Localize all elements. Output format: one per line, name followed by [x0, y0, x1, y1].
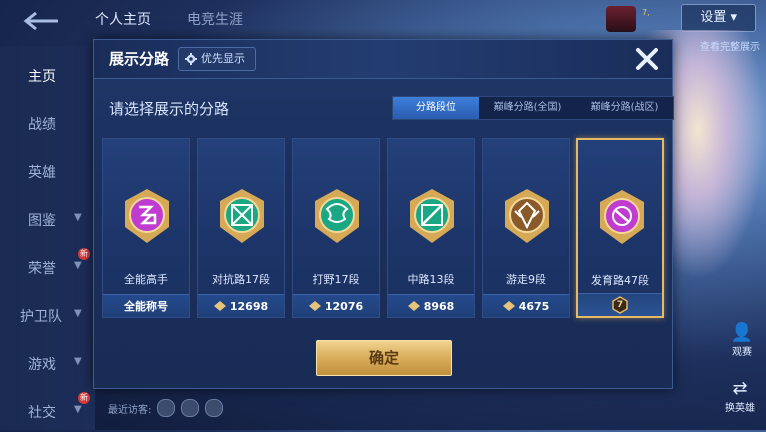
tab-peak-lane-national[interactable]: 巅峰分路(全国)	[479, 97, 576, 119]
gear-icon	[185, 53, 197, 65]
lane-card-mid[interactable]: 中路13段 8968	[387, 138, 475, 318]
lane-card-footer: 12076	[293, 294, 379, 317]
swap-icon: ⇄	[732, 378, 748, 399]
jungle-dragon-icon	[315, 189, 359, 243]
lane-card-jungle[interactable]: 打野17段 12076	[292, 138, 380, 318]
nav-item-home[interactable]: 主页	[0, 56, 95, 96]
lane-card-farm[interactable]: 发育路47段 7	[576, 138, 664, 318]
lane-card-all-round[interactable]: 全能高手 全能称号	[102, 138, 190, 318]
profile-tabs: 个人主页 电竞生涯	[95, 6, 243, 34]
top-stats: 7,	[642, 8, 650, 17]
lane-card-name: 对抗路17段	[212, 273, 270, 286]
chevron-down-icon: ▼	[74, 260, 82, 271]
all-round-icon	[125, 189, 169, 243]
view-full-display-button[interactable]: 查看完整展示	[700, 38, 764, 58]
visitor-avatar[interactable]	[157, 399, 176, 417]
change-hero-button[interactable]: ⇄ 换英雄	[718, 378, 762, 422]
lane-card-footer: 全能称号	[103, 294, 189, 317]
recent-visitors: 最近访客:	[108, 398, 224, 418]
score-icon	[407, 301, 420, 311]
new-badge: 新	[78, 392, 90, 404]
lane-card-footer: 7	[578, 293, 662, 316]
nav-item-heroes[interactable]: 英雄	[0, 152, 95, 192]
score-icon	[213, 301, 226, 311]
score-icon	[502, 301, 515, 311]
new-badge: 新	[78, 248, 90, 260]
spectate-button[interactable]: 👤 观赛	[722, 322, 762, 362]
farm-lane-icon	[600, 190, 644, 244]
tab-esports-career[interactable]: 电竞生涯	[187, 6, 243, 34]
avatar[interactable]	[606, 6, 636, 32]
lane-card-footer: 8968	[388, 294, 474, 317]
nav-item-record[interactable]: 战绩	[0, 104, 95, 144]
clash-lane-icon	[220, 189, 264, 243]
roam-icon	[505, 189, 549, 243]
lane-card-name: 发育路47段	[591, 274, 649, 287]
lane-card-name: 全能高手	[124, 273, 168, 286]
lane-card-clash[interactable]: 对抗路17段 12698	[197, 138, 285, 318]
left-nav: 主页 战绩 英雄 图鉴 ▼ 荣誉新 ▼ 护卫队 ▼ 游戏 ▼ 社交新 ▼	[0, 46, 95, 430]
nav-item-guard[interactable]: 护卫队 ▼	[0, 296, 95, 336]
lane-card-roam[interactable]: 游走9段 4675	[482, 138, 570, 318]
lane-card-name: 中路13段	[407, 273, 455, 286]
chevron-down-icon: ▼	[74, 308, 82, 319]
chevron-down-icon: ▼	[74, 212, 82, 223]
lane-card-footer: 12698	[198, 294, 284, 317]
lane-filter-tabs: 分路段位 巅峰分路(全国) 巅峰分路(战区)	[392, 96, 674, 120]
back-arrow-icon[interactable]	[22, 10, 62, 32]
settings-button[interactable]: 设置 ▾	[681, 4, 756, 32]
score-icon	[308, 301, 321, 311]
tab-lane-rank[interactable]: 分路段位	[393, 97, 479, 119]
dialog-subtitle: 请选择展示的分路	[109, 100, 230, 118]
lane-card-name: 游走9段	[506, 273, 546, 286]
confirm-button[interactable]: 确定	[316, 340, 452, 376]
dialog-header: 展示分路 优先显示	[94, 40, 672, 79]
lane-card-list: 全能高手 全能称号 对抗路17段 12698 打野17段 12076 中路13段…	[102, 138, 664, 318]
dialog-title: 展示分路	[109, 50, 170, 68]
close-icon[interactable]	[632, 44, 662, 74]
nav-item-honor[interactable]: 荣誉新 ▼	[0, 248, 95, 288]
nav-item-games[interactable]: 游戏 ▼	[0, 344, 95, 384]
tab-personal-home[interactable]: 个人主页	[95, 6, 151, 34]
chevron-down-icon: ▼	[74, 356, 82, 367]
chevron-down-icon: ▼	[74, 404, 82, 415]
lane-display-dialog: 展示分路 优先显示 请选择展示的分路 分路段位 巅峰分路(全国) 巅峰分路(战区…	[93, 39, 674, 389]
tab-peak-lane-region[interactable]: 巅峰分路(战区)	[576, 97, 673, 119]
mid-lane-icon	[410, 189, 454, 243]
visitor-avatar[interactable]	[205, 399, 224, 417]
nav-item-social[interactable]: 社交新 ▼	[0, 392, 95, 432]
lane-card-footer: 4675	[483, 294, 569, 317]
lane-card-name: 打野17段	[312, 273, 360, 286]
visitor-avatar[interactable]	[181, 399, 200, 417]
priority-display-button[interactable]: 优先显示	[178, 47, 256, 71]
person-icon: 👤	[730, 322, 754, 343]
nav-item-codex[interactable]: 图鉴 ▼	[0, 200, 95, 240]
